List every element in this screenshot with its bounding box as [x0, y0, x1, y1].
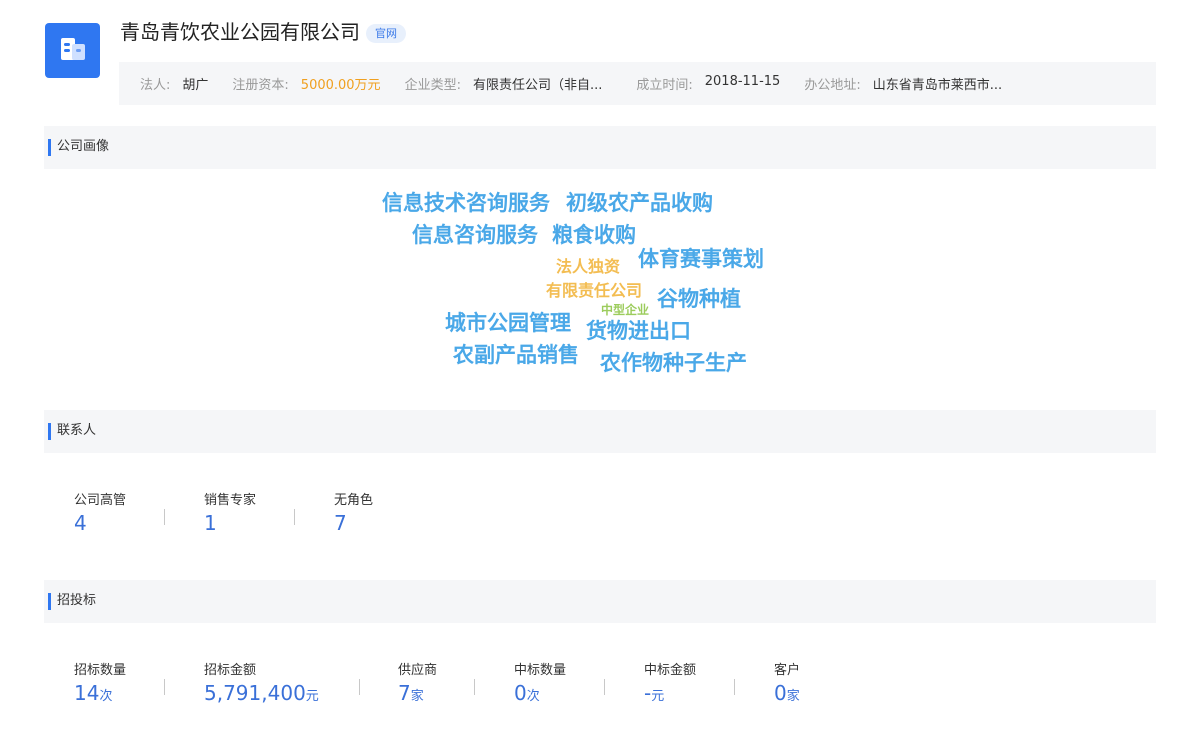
tag-word-cloud-item: 中型企业 [601, 303, 650, 317]
company-type-label: 企业类型: [404, 78, 461, 93]
stat-tender-amount[interactable]: 招标金额 5,791,400元 [204, 662, 319, 710]
stat-won-amount[interactable]: 中标金额 -元 [644, 662, 696, 710]
stat-won-count[interactable]: 中标数量 0次 [514, 662, 566, 710]
stat-no-role[interactable]: 无角色 7 [334, 492, 373, 540]
tag-word-cloud-item: 谷物种植 [657, 287, 741, 311]
stat-label: 客户 [774, 663, 801, 678]
stat-sales-experts[interactable]: 销售专家 1 [204, 492, 256, 540]
stat-divider [474, 679, 475, 695]
tag-word-cloud-item: 农作物种子生产 [600, 351, 747, 375]
stat-value: 1 [204, 511, 217, 535]
office-address-value: 山东省青岛市莱西市... [872, 78, 1003, 93]
stat-divider [734, 679, 735, 695]
stat-customers[interactable]: 客户 0家 [774, 662, 800, 710]
building-icon [58, 34, 88, 68]
legal-person-item: 法人: 胡广 [140, 74, 208, 93]
stat-divider [604, 679, 605, 695]
stat-executives[interactable]: 公司高管 4 [74, 492, 126, 540]
tag-word-cloud-item: 体育赛事策划 [638, 247, 764, 271]
office-address-item: 办公地址: 山东省青岛市莱西市... [804, 74, 1002, 93]
stat-label: 招标金额 [204, 663, 257, 678]
stat-label: 中标数量 [514, 663, 567, 678]
stat-divider [294, 509, 295, 525]
tag-word-cloud-item: 初级农产品收购 [566, 191, 713, 215]
section-accent-bar [48, 593, 51, 610]
profile-section-header: 公司画像 [44, 126, 1156, 169]
legal-person-value[interactable]: 胡广 [182, 74, 208, 93]
bidding-section-title: 招投标 [57, 593, 97, 608]
registered-capital-value: 5000.00万元 [300, 78, 381, 93]
stat-value: 0家 [774, 681, 800, 705]
stat-suppliers[interactable]: 供应商 7家 [398, 662, 437, 710]
stat-label: 供应商 [398, 663, 438, 678]
tag-word-cloud-item: 农副产品销售 [453, 343, 579, 367]
tag-word-cloud-item: 货物进出口 [586, 319, 691, 343]
established-date-value: 2018-11-15 [704, 74, 781, 89]
established-date-label: 成立时间: [636, 78, 693, 93]
stat-label: 招标数量 [74, 663, 127, 678]
tag-word-cloud-item: 信息咨询服务 [412, 223, 538, 247]
tag-word-cloud-item: 信息技术咨询服务 [382, 191, 550, 215]
company-type-value: 有限责任公司（非自... [472, 78, 603, 93]
contacts-section-header: 联系人 [44, 410, 1156, 453]
stat-label: 销售专家 [204, 493, 257, 508]
stat-divider [164, 679, 165, 695]
stat-value: 7 [334, 511, 347, 535]
stat-value: 5,791,400元 [204, 681, 319, 705]
established-date-item: 成立时间: 2018-11-15 [636, 74, 780, 93]
stat-divider [164, 509, 165, 525]
tag-word-cloud-item: 城市公园管理 [445, 311, 571, 335]
profile-section-title: 公司画像 [57, 139, 110, 154]
stat-value: 7家 [398, 681, 424, 705]
company-type-item: 企业类型: 有限责任公司（非自... [405, 74, 603, 93]
stat-tender-count[interactable]: 招标数量 14次 [74, 662, 126, 710]
registered-capital-label: 注册资本: [232, 78, 289, 93]
stat-value: 0次 [514, 681, 540, 705]
stat-divider [359, 679, 360, 695]
company-logo [45, 23, 100, 78]
stat-label: 无角色 [334, 493, 374, 508]
contacts-section-title: 联系人 [57, 423, 97, 438]
stat-value: 4 [74, 511, 87, 535]
office-address-label: 办公地址: [804, 78, 861, 93]
section-accent-bar [48, 423, 51, 440]
registered-capital-item: 注册资本: 5000.00万元 [232, 74, 380, 93]
company-name: 青岛青饮农业公园有限公司 [120, 20, 360, 44]
bidding-section-header: 招投标 [44, 580, 1156, 623]
company-info-bar: 法人: 胡广 注册资本: 5000.00万元 企业类型: 有限责任公司（非自..… [119, 62, 1156, 105]
stat-value: -元 [644, 681, 665, 705]
tag-word-cloud-item: 法人独资 [556, 257, 621, 276]
tag-word-cloud-item: 有限责任公司 [546, 281, 643, 300]
stat-label: 中标金额 [644, 663, 697, 678]
stat-label: 公司高管 [74, 493, 127, 508]
official-website-badge[interactable]: 官网 [366, 24, 406, 43]
tag-word-cloud-item: 粮食收购 [552, 223, 636, 247]
section-accent-bar [48, 139, 51, 156]
legal-person-label: 法人: [140, 78, 171, 93]
stat-value: 14次 [74, 681, 113, 705]
